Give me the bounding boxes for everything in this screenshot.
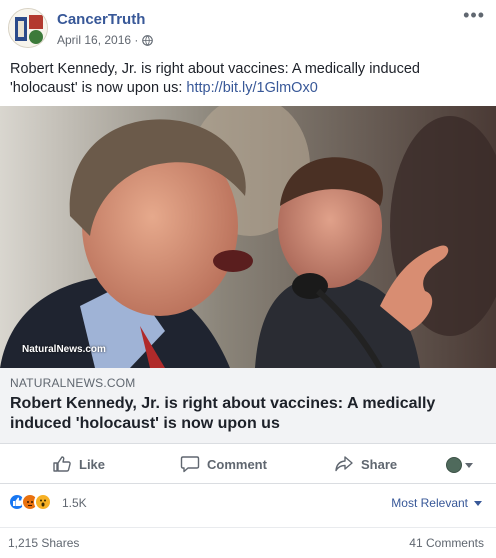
like-button[interactable]: Like [52, 455, 105, 473]
reactions-row: 1.5K Most Relevant [0, 490, 496, 518]
reaction-count[interactable]: 1.5K [62, 496, 87, 510]
comment-button[interactable]: Comment [180, 455, 267, 473]
sort-label: Most Relevant [391, 496, 468, 510]
share-label: Share [361, 456, 398, 472]
share-icon [335, 456, 353, 472]
link-title[interactable]: Robert Kennedy, Jr. is right about vacci… [10, 394, 480, 434]
engagement-counts: 1,215 Shares 41 Comments [0, 527, 496, 551]
share-button[interactable]: Share [334, 455, 397, 473]
action-bar: Like Comment Share [0, 448, 496, 484]
wow-reaction-icon [34, 493, 52, 511]
more-options-icon[interactable]: ••• [463, 6, 485, 24]
photo-illustration [0, 106, 496, 368]
link-preview-card[interactable]: NATURALNEWS.COM Robert Kennedy, Jr. is r… [0, 368, 496, 444]
link-preview-image[interactable] [0, 106, 496, 368]
thumbs-up-icon [53, 456, 71, 472]
post-link[interactable]: http://bit.ly/1GlmOx0 [186, 80, 317, 96]
reaction-icons[interactable] [8, 493, 52, 511]
user-avatar-icon [446, 457, 462, 473]
comment-icon [180, 456, 200, 473]
link-domain: NATURALNEWS.COM [10, 376, 136, 390]
comment-label: Comment [207, 456, 267, 472]
page-name[interactable]: CancerTruth [57, 11, 145, 28]
globe-icon [142, 34, 154, 46]
post-text: Robert Kennedy, Jr. is right about vacci… [10, 60, 480, 98]
post-header: CancerTruth April 16, 2016 · ••• [0, 0, 496, 58]
image-watermark: NaturalNews.com [22, 344, 106, 355]
comment-sort-dropdown[interactable]: Most Relevant [391, 496, 482, 510]
post-date[interactable]: April 16, 2016 · [57, 33, 138, 47]
chevron-down-icon [465, 462, 473, 468]
page-avatar[interactable] [8, 8, 48, 48]
shares-count[interactable]: 1,215 Shares [8, 536, 79, 550]
post-meta: April 16, 2016 · [57, 33, 154, 47]
like-label: Like [79, 456, 106, 472]
comments-count[interactable]: 41 Comments [409, 536, 484, 550]
audience-selector[interactable] [446, 457, 473, 473]
chevron-down-icon [474, 500, 482, 506]
